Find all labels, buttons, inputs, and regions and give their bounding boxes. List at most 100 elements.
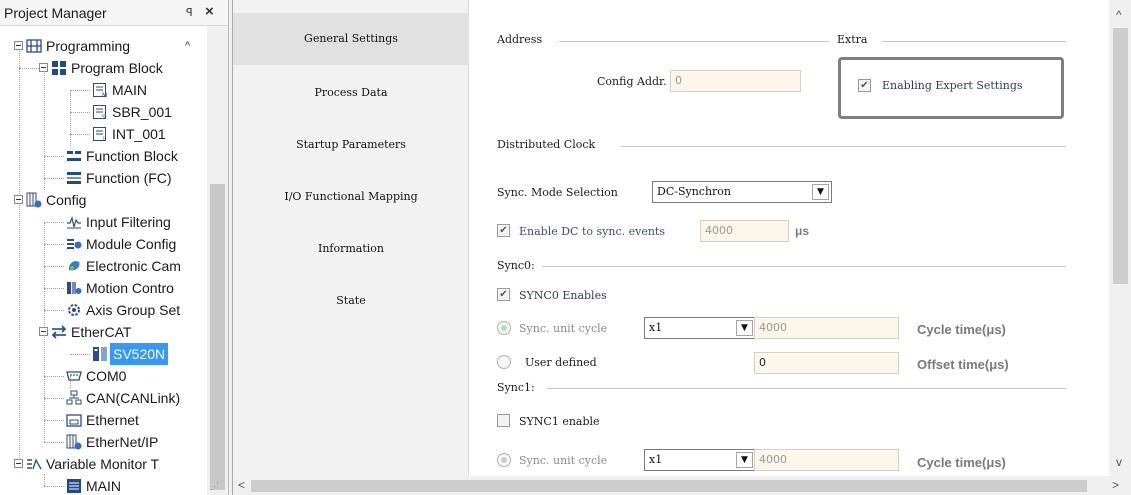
scrollbar-thumb[interactable]: [1113, 28, 1128, 284]
nav-state[interactable]: State: [233, 275, 469, 327]
ethernet-icon: [66, 414, 82, 427]
project-manager-header: Project Manager ꟼ ×: [0, 0, 228, 26]
sync1-multiplier-select[interactable]: x1 ▼: [644, 449, 756, 471]
sync1-unit-cycle-label: Sync. unit cycle: [519, 454, 608, 467]
tree-node-label: Config: [46, 192, 87, 208]
tree-node-com0[interactable]: COM0: [0, 365, 207, 387]
axis-group-icon: [68, 304, 80, 316]
ethercat-icon: [51, 325, 67, 339]
tree-node-label: Variable Monitor T: [46, 456, 160, 472]
extra-section-title: Extra: [837, 33, 868, 46]
svg-text:M: M: [102, 92, 107, 98]
collapse-icon[interactable]: [39, 63, 48, 72]
tree-node-variable-monitor[interactable]: Variable Monitor T: [0, 453, 207, 475]
tree-node-int[interactable]: I INT_001: [0, 123, 207, 145]
config-addr-field[interactable]: 0: [670, 70, 801, 92]
sync1-enable-checkbox[interactable]: [497, 414, 510, 427]
sync0-cycle-time-label: Cycle time(μs): [917, 322, 1006, 337]
sync1-cycle-field[interactable]: 4000: [754, 449, 899, 471]
ladder-icon: [26, 39, 42, 53]
section-divider: [882, 41, 1066, 42]
tree-node-can[interactable]: CAN(CANLink): [0, 387, 207, 409]
vertical-scrollbar[interactable]: ^ v: [1109, 0, 1131, 476]
nav-io-functional-mapping[interactable]: I/O Functional Mapping: [233, 171, 469, 223]
tree-node-label: Function Block: [86, 148, 178, 164]
sync0-offset-field[interactable]: 0: [754, 352, 899, 374]
tree-node-monitor-main[interactable]: MAIN: [0, 475, 207, 495]
tree-line: [70, 134, 90, 135]
nav-general-settings[interactable]: General Settings: [233, 13, 469, 65]
pin-icon[interactable]: ꟼ: [186, 6, 193, 19]
chevron-down-icon[interactable]: ▼: [736, 452, 753, 468]
collapse-icon[interactable]: [14, 41, 23, 50]
sync0-enable-checkbox[interactable]: ✔: [497, 288, 510, 301]
tree-node-input-filtering[interactable]: Input Filtering: [0, 211, 207, 233]
scroll-up-icon[interactable]: ^: [185, 35, 190, 57]
tree-node-axis-group[interactable]: Axis Group Set: [0, 299, 207, 321]
tree-node-module-config[interactable]: Module Config: [0, 233, 207, 255]
horizontal-scrollbar[interactable]: < >: [233, 476, 1131, 495]
expert-settings-checkbox[interactable]: ✔: [858, 79, 871, 92]
tree-node-program-block[interactable]: Program Block: [0, 57, 207, 79]
tree-node-sbr[interactable]: S SBR_001: [0, 101, 207, 123]
project-tree-scrollbar[interactable]: ⋰: [207, 26, 228, 495]
nav-process-data[interactable]: Process Data: [233, 67, 469, 119]
chevron-down-icon[interactable]: ▼: [812, 184, 829, 200]
tree-node-label: SBR_001: [112, 104, 172, 120]
config-addr-label: Config Addr.: [597, 75, 667, 88]
scroll-right-icon[interactable]: >: [1112, 478, 1119, 492]
device-settings-panel: General Settings Process Data Startup Pa…: [232, 0, 1131, 495]
subroutine-icon: S: [93, 105, 106, 120]
chevron-down-icon[interactable]: ▼: [736, 320, 753, 336]
tree-line: [44, 310, 64, 311]
collapse-icon[interactable]: [14, 459, 23, 468]
enable-dc-checkbox[interactable]: ✔: [497, 224, 510, 237]
project-manager-panel: Project Manager ꟼ × Programming ^ Progra…: [0, 0, 229, 495]
scrollbar-thumb[interactable]: [210, 184, 225, 490]
main-program-icon: M: [93, 83, 107, 98]
project-tree: Programming ^ Program Block M MAIN S SBR…: [0, 34, 207, 495]
tree-line: [44, 266, 64, 267]
project-manager-title: Project Manager: [4, 5, 107, 21]
nav-startup-parameters[interactable]: Startup Parameters: [233, 119, 469, 171]
resize-grip-icon[interactable]: ⋰: [210, 481, 219, 492]
tree-node-sv520n[interactable]: SV520N: [0, 343, 207, 365]
sync0-offset-time-label: Offset time(μs): [917, 357, 1009, 372]
sync0-cycle-field[interactable]: 4000: [754, 317, 899, 339]
interrupt-icon: I: [93, 127, 106, 142]
tree-node-function[interactable]: Function (FC): [0, 167, 207, 189]
sync-mode-select[interactable]: DC-Synchron ▼: [652, 181, 832, 203]
tree-node-function-block[interactable]: Function Block: [0, 145, 207, 167]
tree-node-programming[interactable]: Programming ^: [0, 35, 207, 57]
scroll-down-icon[interactable]: v: [1116, 455, 1122, 469]
sync0-enable-label: SYNC0 Enables: [519, 289, 607, 302]
input-filter-icon: [67, 215, 81, 229]
sync0-user-defined-radio[interactable]: [497, 355, 511, 369]
tree-node-electronic-cam[interactable]: Electronic Cam: [0, 255, 207, 277]
scroll-left-icon[interactable]: <: [238, 478, 245, 492]
scrollbar-thumb[interactable]: [251, 480, 1087, 492]
serial-port-icon: [66, 371, 82, 381]
enable-dc-value-field[interactable]: 4000: [700, 220, 789, 242]
tree-node-config[interactable]: Config: [0, 189, 207, 211]
sync0-unit-cycle-radio[interactable]: [497, 321, 511, 335]
tree-node-label: MAIN: [112, 82, 147, 98]
sync-mode-value: DC-Synchron: [657, 185, 731, 198]
sync0-multiplier-select[interactable]: x1 ▼: [644, 317, 756, 339]
tree-node-ethercat[interactable]: EtherCAT: [0, 321, 207, 343]
collapse-icon[interactable]: [39, 327, 48, 336]
tree-node-ethernet[interactable]: Ethernet: [0, 409, 207, 431]
monitor-table-icon: [67, 479, 81, 493]
close-icon[interactable]: ×: [205, 3, 214, 20]
collapse-icon[interactable]: [14, 195, 23, 204]
nav-information[interactable]: Information: [233, 223, 469, 275]
enable-dc-unit: μs: [795, 224, 810, 238]
tree-node-main[interactable]: M MAIN: [0, 79, 207, 101]
sync1-unit-cycle-radio[interactable]: [497, 453, 511, 467]
scroll-up-icon[interactable]: ^: [1116, 8, 1122, 22]
tree-line: [44, 178, 64, 179]
device-icon: [93, 347, 107, 361]
tree-node-motion-control[interactable]: Motion Contro: [0, 277, 207, 299]
tree-node-ethernet-ip[interactable]: EtherNet/IP: [0, 431, 207, 453]
can-icon: [66, 390, 82, 405]
